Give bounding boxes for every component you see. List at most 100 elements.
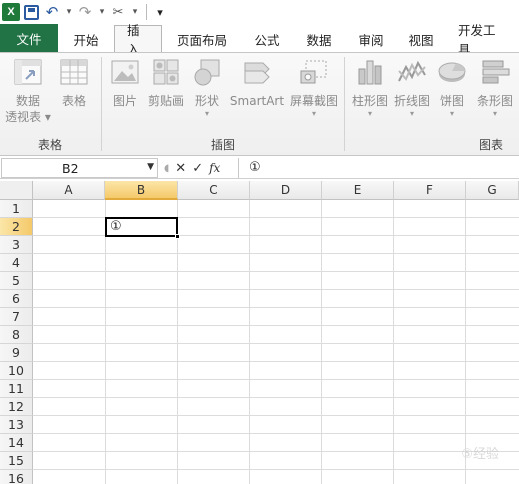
group-charts: 柱形图 ▾ 折线图 ▾ 饼图 ▾ 条形图 ▾ 图表 <box>345 53 519 156</box>
tab-insert[interactable]: 插入 <box>114 23 162 57</box>
shapes-label: 形状 <box>194 94 219 108</box>
formula-input[interactable]: ① <box>238 158 519 178</box>
column-chart-label: 柱形图 <box>351 94 388 108</box>
line-chart-button[interactable]: 折线图 ▾ <box>391 57 433 119</box>
table-button[interactable]: 表格 <box>56 57 92 109</box>
column-header-c[interactable]: C <box>178 181 250 200</box>
smartart-button[interactable]: SmartArt <box>230 57 284 109</box>
shapes-button[interactable]: 形状 ▾ <box>190 57 224 119</box>
picture-icon <box>111 60 139 84</box>
qat-separator <box>146 4 147 20</box>
column-header-b[interactable]: B <box>105 181 178 200</box>
row-header-8[interactable]: 8 <box>0 326 33 344</box>
line-chart-label: 折线图 <box>393 94 430 108</box>
column-chart-icon <box>358 60 382 85</box>
shapes-dropdown-icon: ▾ <box>204 109 209 118</box>
row-header-5[interactable]: 5 <box>0 272 33 290</box>
group-illustrations-label: 插图 <box>210 138 235 152</box>
gridline <box>321 200 322 484</box>
row-header-6[interactable]: 6 <box>0 290 33 308</box>
row-header-16[interactable]: 16 <box>0 470 33 484</box>
row-header-14[interactable]: 14 <box>0 434 33 452</box>
group-tables-label: 表格 <box>37 138 62 152</box>
gridline <box>105 200 106 484</box>
ribbon-insert-panel: 数据 透视表 ▾ 表格 表格 图片 剪贴画 形状 ▾ SmartArt 屏幕截图… <box>0 52 519 156</box>
name-box-dropdown-icon[interactable]: ▼ <box>147 162 154 172</box>
formula-controls: ◖ ✕ ✓ fx <box>160 158 236 178</box>
undo-dropdown-icon[interactable]: ▾ <box>65 3 73 21</box>
pivot-table-button[interactable]: 数据 透视表 ▾ <box>5 57 51 125</box>
enter-icon[interactable]: ✓ <box>192 161 203 176</box>
tab-home[interactable]: 开始 <box>58 26 114 52</box>
gridline <box>33 361 519 362</box>
table-label: 表格 <box>61 94 86 108</box>
customize-qat-icon[interactable]: ▾ <box>151 3 169 21</box>
tools-icon[interactable]: ✂ <box>109 3 127 21</box>
row-header-13[interactable]: 13 <box>0 416 33 434</box>
formula-bar: B2 ▼ ◖ ✕ ✓ fx ① <box>0 157 519 179</box>
worksheet-grid[interactable]: A B C D E F G 1 2 3 4 5 6 7 8 9 10 11 12… <box>0 181 519 484</box>
column-header-d[interactable]: D <box>250 181 322 200</box>
line-chart-dropdown-icon: ▾ <box>409 109 414 118</box>
redo-icon[interactable]: ↷ <box>76 3 94 21</box>
pivot-table-label-2: 透视表 ▾ <box>5 110 51 124</box>
tab-file[interactable]: 文件 <box>0 24 58 52</box>
gridline <box>33 397 519 398</box>
line-chart-icon <box>398 60 426 82</box>
bar-chart-button[interactable]: 条形图 ▾ <box>473 57 517 119</box>
gridline <box>33 325 519 326</box>
clipart-button[interactable]: 剪贴画 <box>146 57 186 109</box>
row-header-9[interactable]: 9 <box>0 344 33 362</box>
gridline <box>393 200 394 484</box>
picture-button[interactable]: 图片 <box>108 57 142 109</box>
row-header-11[interactable]: 11 <box>0 380 33 398</box>
tab-view[interactable]: 视图 <box>396 26 446 52</box>
pivot-table-icon <box>14 59 42 85</box>
row-header-2[interactable]: 2 <box>0 218 33 236</box>
gridline <box>465 200 466 484</box>
column-header-g[interactable]: G <box>466 181 519 200</box>
tab-developer[interactable]: 开发工具 <box>446 23 519 57</box>
column-header-e[interactable]: E <box>322 181 394 200</box>
tab-page-layout[interactable]: 页面布局 <box>162 26 242 52</box>
row-header-10[interactable]: 10 <box>0 362 33 380</box>
undo-icon[interactable]: ↶ <box>43 3 61 21</box>
gridline <box>33 271 519 272</box>
pie-chart-label: 饼图 <box>439 94 464 108</box>
tab-review[interactable]: 审阅 <box>346 26 396 52</box>
excel-app-icon[interactable]: X <box>2 3 20 21</box>
pie-chart-button[interactable]: 饼图 ▾ <box>435 57 469 119</box>
clipart-icon <box>153 59 179 85</box>
row-header-7[interactable]: 7 <box>0 308 33 326</box>
screenshot-dropdown-icon: ▾ <box>311 109 316 118</box>
screenshot-label: 屏幕截图 <box>289 94 338 108</box>
active-cell-b2[interactable]: ① <box>105 217 180 239</box>
column-header-f[interactable]: F <box>394 181 466 200</box>
fill-handle[interactable] <box>175 234 180 239</box>
pivot-table-label-1: 数据 <box>15 94 40 108</box>
gridline <box>33 343 519 344</box>
save-icon[interactable] <box>24 4 39 20</box>
row-header-4[interactable]: 4 <box>0 254 33 272</box>
cancel-icon[interactable]: ✕ <box>175 161 186 176</box>
column-header-a[interactable]: A <box>33 181 105 200</box>
tab-formulas[interactable]: 公式 <box>242 26 292 52</box>
group-charts-label: 图表 <box>478 138 503 152</box>
gridline <box>33 433 519 434</box>
name-box[interactable]: B2 ▼ <box>1 158 158 178</box>
pie-chart-icon <box>438 62 466 82</box>
shapes-icon <box>194 59 220 86</box>
row-header-1[interactable]: 1 <box>0 200 33 218</box>
row-header-15[interactable]: 15 <box>0 452 33 470</box>
smartart-icon <box>244 62 270 84</box>
insert-function-icon[interactable]: fx <box>209 161 220 175</box>
column-chart-button[interactable]: 柱形图 ▾ <box>349 57 391 119</box>
select-all-corner[interactable] <box>0 181 33 200</box>
row-header-3[interactable]: 3 <box>0 236 33 254</box>
screenshot-button[interactable]: 屏幕截图 ▾ <box>288 57 340 119</box>
tab-data[interactable]: 数据 <box>292 26 346 52</box>
gridline <box>33 289 519 290</box>
redo-dropdown-icon[interactable]: ▾ <box>98 3 106 21</box>
tools-dropdown-icon[interactable]: ▾ <box>131 3 139 21</box>
row-header-12[interactable]: 12 <box>0 398 33 416</box>
